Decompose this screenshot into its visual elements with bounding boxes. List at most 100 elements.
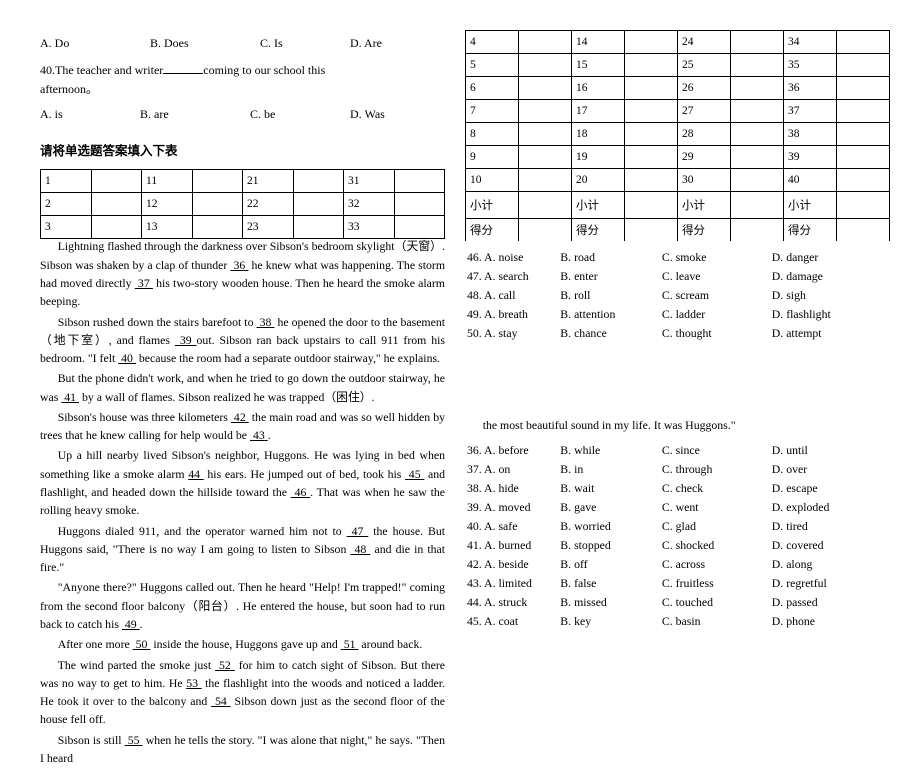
option-cell: C. went	[662, 499, 770, 516]
subtotal-label: 小计	[466, 192, 519, 219]
answer-blank-cell[interactable]	[625, 146, 678, 169]
answer-blank-cell[interactable]	[394, 216, 445, 239]
option-cell: 50. A. stay	[467, 325, 558, 342]
option-cell: C. leave	[662, 268, 770, 285]
answer-blank-cell[interactable]	[837, 31, 890, 54]
subtotal-value[interactable]	[625, 192, 678, 219]
option-row: 46. A. noiseB. roadC. smokeD. danger	[467, 249, 888, 266]
answer-blank-cell[interactable]	[731, 77, 784, 100]
q40-text-a: 40.The teacher and writer	[40, 63, 163, 77]
answer-blank-cell[interactable]	[837, 77, 890, 100]
option-cell: D. over	[772, 461, 888, 478]
answer-blank-cell[interactable]	[731, 169, 784, 192]
option-cell: B. gave	[560, 499, 660, 516]
answer-number-cell: 19	[572, 146, 625, 169]
subtotal-value[interactable]	[837, 192, 890, 219]
subtotal-label: 小计	[572, 192, 625, 219]
answer-blank-cell[interactable]	[625, 123, 678, 146]
answer-blank-cell[interactable]	[192, 216, 243, 239]
answer-number-cell: 20	[572, 169, 625, 192]
answer-blank-cell[interactable]	[625, 100, 678, 123]
option-cell: C. basin	[662, 613, 770, 630]
table-row: 1112131	[41, 170, 445, 193]
answer-blank-cell[interactable]	[731, 54, 784, 77]
q40-choice-b: B. are	[140, 107, 250, 122]
answer-blank-cell[interactable]	[837, 146, 890, 169]
answer-number-cell: 30	[678, 169, 731, 192]
answer-blank-cell[interactable]	[519, 169, 572, 192]
answer-blank-cell[interactable]	[519, 146, 572, 169]
answer-blank-cell[interactable]	[731, 100, 784, 123]
answer-blank-cell[interactable]	[91, 216, 142, 239]
table-row: 7172737	[466, 100, 890, 123]
answer-blank-cell[interactable]	[293, 216, 344, 239]
answer-blank-cell[interactable]	[91, 193, 142, 216]
answer-number-cell: 40	[784, 169, 837, 192]
answer-blank-cell[interactable]	[519, 54, 572, 77]
q40-blank[interactable]	[163, 73, 203, 74]
answer-number-cell: 3	[41, 216, 92, 239]
answer-blank-cell[interactable]	[293, 193, 344, 216]
answer-number-cell: 31	[344, 170, 395, 193]
answer-number-cell: 17	[572, 100, 625, 123]
answer-number-cell: 36	[784, 77, 837, 100]
option-cell: C. scream	[662, 287, 770, 304]
cloze-options-36-45: 36. A. beforeB. whileC. sinceD. until37.…	[465, 440, 890, 632]
option-cell: D. exploded	[772, 499, 888, 516]
answer-blank-cell[interactable]	[625, 54, 678, 77]
table-row: 10203040	[466, 169, 890, 192]
cloze-passage: Lightning flashed through the darkness o…	[40, 237, 445, 767]
score-value[interactable]	[625, 219, 678, 242]
option-cell: D. sigh	[772, 287, 888, 304]
option-cell: 48. A. call	[467, 287, 558, 304]
answer-number-cell: 14	[572, 31, 625, 54]
answer-blank-cell[interactable]	[192, 193, 243, 216]
subtotal-value[interactable]	[519, 192, 572, 219]
answer-blank-cell[interactable]	[625, 169, 678, 192]
option-row: 43. A. limitedB. falseC. fruitlessD. reg…	[467, 575, 888, 592]
option-cell: 40. A. safe	[467, 518, 558, 535]
answer-blank-cell[interactable]	[519, 77, 572, 100]
q40-text-c: afternoon。	[40, 82, 98, 96]
answer-number-cell: 29	[678, 146, 731, 169]
table-row: 8182838	[466, 123, 890, 146]
score-value[interactable]	[731, 219, 784, 242]
option-row: 38. A. hideB. waitC. checkD. escape	[467, 480, 888, 497]
score-label: 得分	[784, 219, 837, 242]
answer-blank-cell[interactable]	[837, 123, 890, 146]
answer-blank-cell[interactable]	[837, 54, 890, 77]
answer-blank-cell[interactable]	[731, 31, 784, 54]
answer-blank-cell[interactable]	[394, 170, 445, 193]
subtotal-row: 小计小计小计小计	[466, 192, 890, 219]
option-cell: C. since	[662, 442, 770, 459]
answer-blank-cell[interactable]	[394, 193, 445, 216]
option-cell: D. covered	[772, 537, 888, 554]
answer-blank-cell[interactable]	[837, 169, 890, 192]
answer-blank-cell[interactable]	[731, 123, 784, 146]
option-cell: C. across	[662, 556, 770, 573]
option-cell: D. until	[772, 442, 888, 459]
option-cell: B. in	[560, 461, 660, 478]
option-cell: D. along	[772, 556, 888, 573]
score-value[interactable]	[837, 219, 890, 242]
score-value[interactable]	[519, 219, 572, 242]
option-cell: B. while	[560, 442, 660, 459]
subtotal-value[interactable]	[731, 192, 784, 219]
option-cell: 43. A. limited	[467, 575, 558, 592]
answer-blank-cell[interactable]	[625, 77, 678, 100]
answer-blank-cell[interactable]	[192, 170, 243, 193]
answer-blank-cell[interactable]	[293, 170, 344, 193]
q40-choice-a: A. is	[40, 107, 140, 122]
answer-blank-cell[interactable]	[837, 100, 890, 123]
answer-number-cell: 11	[142, 170, 193, 193]
answer-number-cell: 21	[243, 170, 294, 193]
option-cell: B. enter	[560, 268, 660, 285]
answer-number-cell: 32	[344, 193, 395, 216]
answer-blank-cell[interactable]	[91, 170, 142, 193]
answer-blank-cell[interactable]	[519, 31, 572, 54]
answer-blank-cell[interactable]	[625, 31, 678, 54]
answer-blank-cell[interactable]	[519, 123, 572, 146]
option-cell: B. road	[560, 249, 660, 266]
answer-blank-cell[interactable]	[519, 100, 572, 123]
answer-blank-cell[interactable]	[731, 146, 784, 169]
